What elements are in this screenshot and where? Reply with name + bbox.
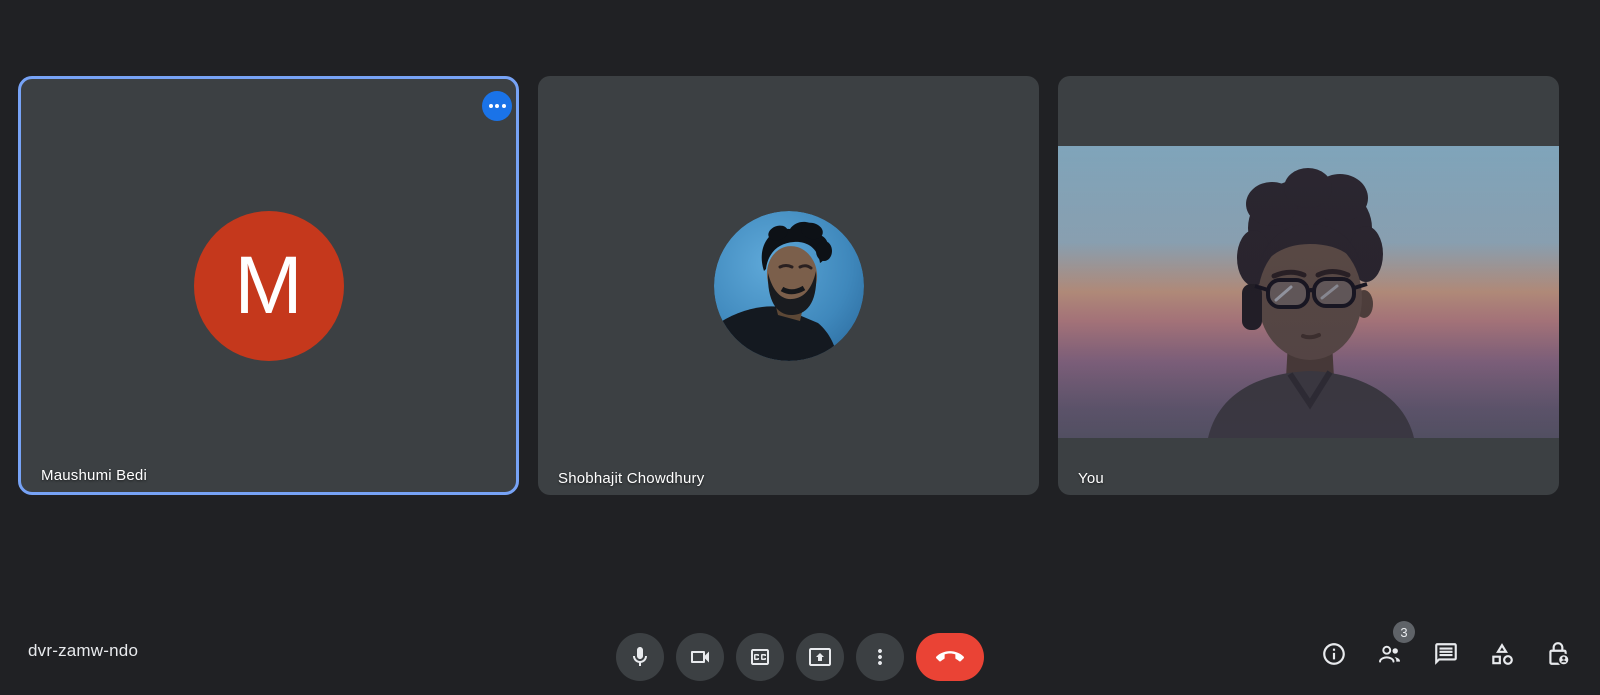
participant-count-badge: 3 — [1393, 621, 1415, 643]
end-call-button[interactable] — [916, 633, 984, 681]
more-vert-icon — [868, 645, 892, 669]
participant-name: Maushumi Bedi — [41, 467, 147, 484]
avatar-initial: M — [234, 245, 302, 327]
participant-tile-you[interactable]: You — [1058, 76, 1559, 495]
call-controls — [616, 633, 984, 681]
tile-more-options-button[interactable] — [482, 91, 512, 121]
meeting-code: dvr-zamw-ndo — [28, 641, 138, 661]
self-video-feed — [1058, 146, 1559, 438]
participant-tile-shobhajit-chowdhury[interactable]: Shobhajit Chowdhury — [538, 76, 1039, 495]
mic-button[interactable] — [616, 633, 664, 681]
end-call-icon — [936, 643, 964, 671]
host-controls-icon — [1545, 641, 1571, 667]
more-options-button[interactable] — [856, 633, 904, 681]
more-options-icon — [489, 104, 506, 108]
participant-name: You — [1078, 470, 1104, 487]
camera-button[interactable] — [676, 633, 724, 681]
participant-name: Shobhajit Chowdhury — [558, 470, 704, 487]
show-everyone-button[interactable]: 3 — [1377, 641, 1403, 667]
captions-icon — [748, 645, 772, 669]
mic-icon — [628, 645, 652, 669]
avatar-photo — [714, 211, 864, 361]
chat-button[interactable] — [1433, 641, 1459, 667]
captions-button[interactable] — [736, 633, 784, 681]
google-meet-window: M Maushumi Bedi — [0, 0, 1600, 695]
host-controls-button[interactable] — [1545, 641, 1571, 667]
info-icon — [1321, 641, 1347, 667]
activities-icon — [1489, 641, 1515, 667]
activities-button[interactable] — [1489, 641, 1515, 667]
chat-icon — [1433, 641, 1459, 667]
videocam-icon — [688, 645, 712, 669]
avatar: M — [194, 211, 344, 361]
panel-controls: 3 — [1321, 641, 1571, 667]
meeting-details-button[interactable] — [1321, 641, 1347, 667]
present-icon — [808, 645, 832, 669]
participant-tile-maushumi-bedi[interactable]: M Maushumi Bedi — [18, 76, 519, 495]
present-button[interactable] — [796, 633, 844, 681]
people-icon — [1377, 641, 1403, 667]
